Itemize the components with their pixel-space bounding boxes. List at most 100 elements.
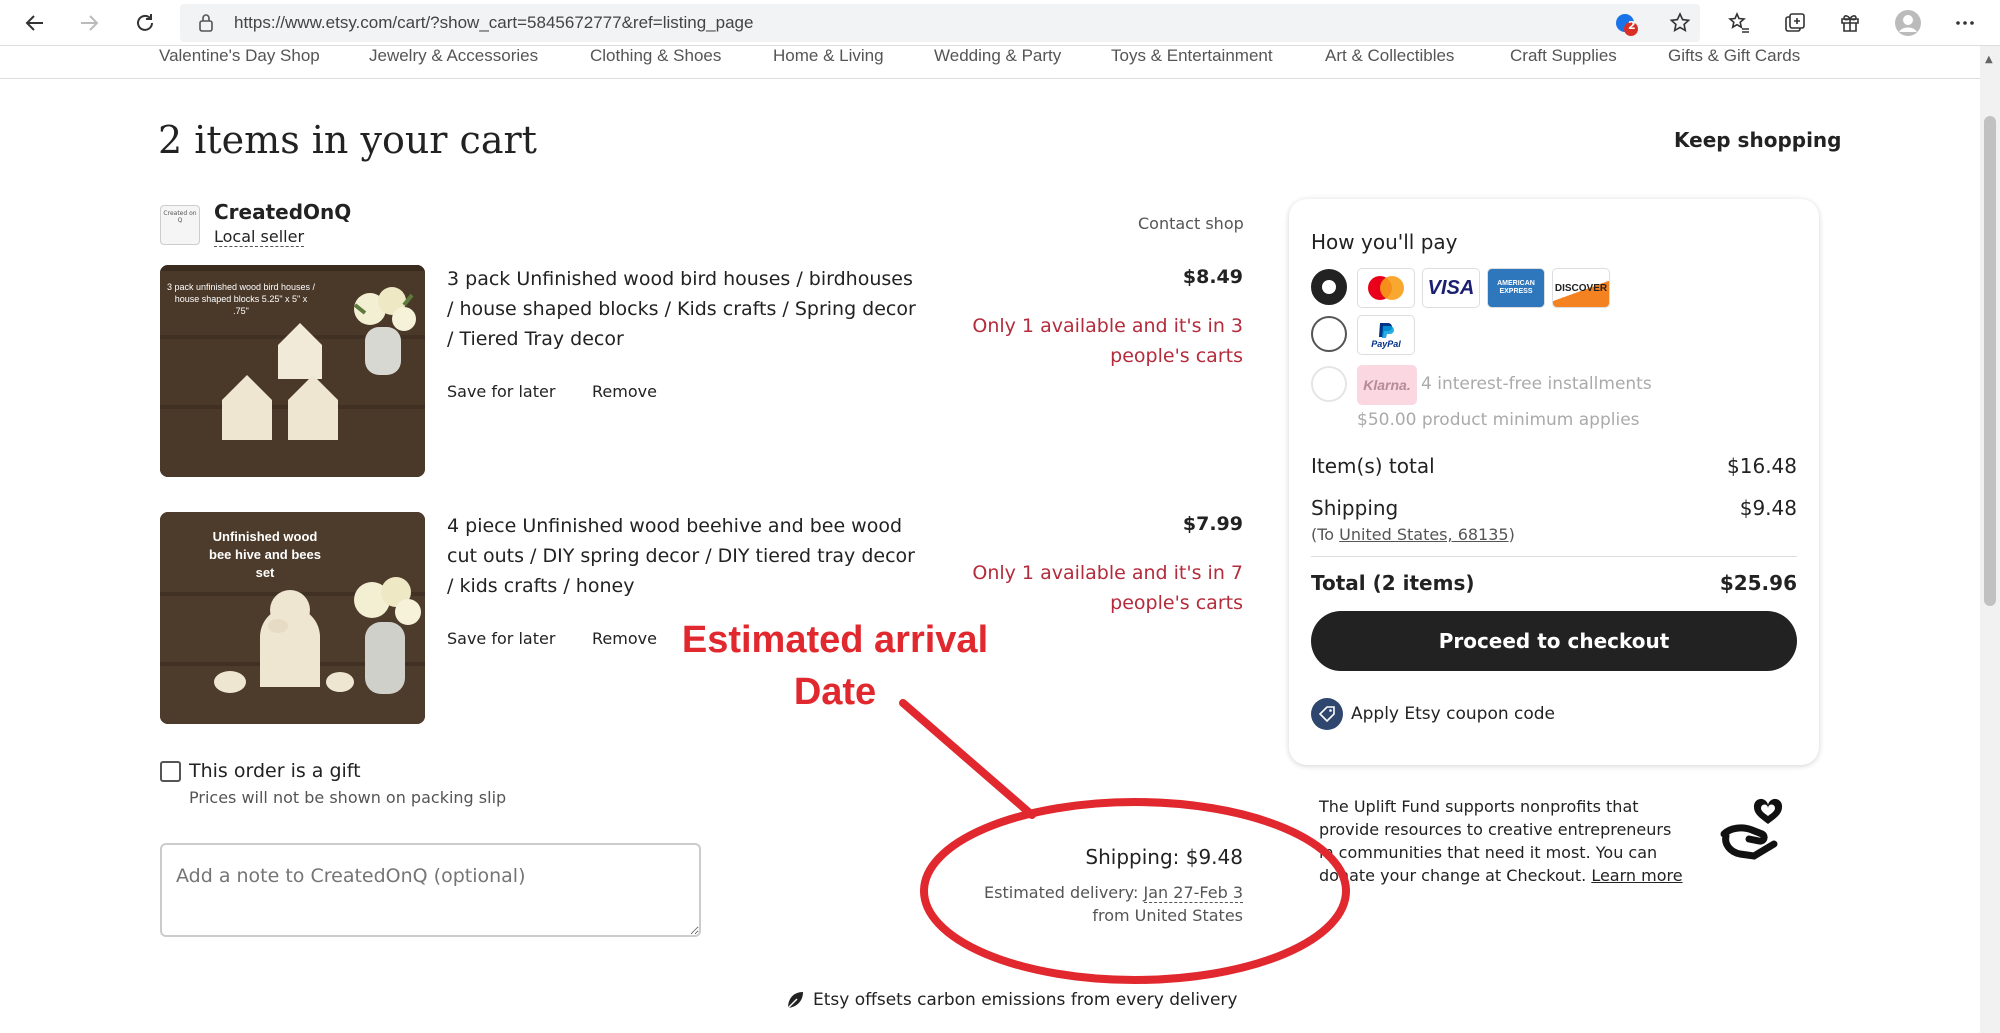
remove-button[interactable]: Remove [592,629,657,648]
category-jewelry-accessories[interactable]: Jewelry & Accessories [369,46,538,66]
learn-more-link[interactable]: Learn more [1591,866,1682,885]
collections-icon[interactable] [1780,8,1810,38]
shipping-destination-prefix: (To [1311,525,1340,544]
ship-origin: from United States [1092,906,1243,925]
shipping-destination-link[interactable]: United States, 68135 [1339,525,1508,544]
category-wedding-party[interactable]: Wedding & Party [934,46,1061,66]
total-value: $25.96 [1719,571,1797,595]
annotation-pointer-line [899,699,1036,819]
category-art-collectibles[interactable]: Art & Collectibles [1325,46,1454,66]
coupon-tag-icon [1311,698,1343,730]
seller-note-textarea[interactable] [160,843,701,937]
paypal-payment-radio[interactable] [1311,316,1347,352]
klarna-installments: 4 interest-free installments [1421,374,1652,394]
contact-shop-link[interactable]: Contact shop [1138,214,1244,233]
payment-heading: How you'll pay [1311,230,1458,254]
category-valentines-day-shop[interactable]: Valentine's Day Shop [159,46,320,66]
page-title: 2 items in your cart [158,118,537,162]
lock-icon [198,13,214,37]
shipping-destination-suffix: ) [1508,525,1515,544]
back-arrow-icon [25,15,43,31]
favorites-icon[interactable] [1724,8,1754,38]
more-menu-icon[interactable] [1950,8,1980,38]
total-label: Total (2 items) [1311,571,1475,595]
klarna-payment-radio [1311,366,1347,402]
category-gifts-gift-cards[interactable]: Gifts & Gift Cards [1668,46,1800,66]
item-title-beehive[interactable]: 4 piece Unfinished wood beehive and bee … [447,511,917,601]
back-button[interactable] [18,6,52,40]
forward-button[interactable] [72,6,106,40]
extension-icon[interactable]: 2 [1610,8,1640,38]
category-nav: Valentine's Day Shop Jewelry & Accessori… [0,46,1980,79]
visa-icon: VISA [1422,268,1480,308]
shop-logo[interactable]: Created on Q [160,205,200,245]
category-home-living[interactable]: Home & Living [773,46,884,66]
category-clothing-shoes[interactable]: Clothing & Shoes [590,46,721,66]
scrollbar-thumb[interactable] [1984,116,1996,606]
gift-checkbox-label[interactable]: This order is a gift [189,760,361,782]
estimated-delivery-date[interactable]: Jan 27-Feb 3 [1143,883,1243,903]
mastercard-icon [1357,268,1415,308]
shop-name[interactable]: CreatedOnQ [214,200,351,224]
amex-icon: AMERICAN EXPRESS [1487,268,1545,308]
summary-divider [1311,556,1797,557]
refresh-button[interactable] [128,6,162,40]
klarna-minimum: $50.00 product minimum applies [1357,410,1640,430]
gift-note: Prices will not be shown on packing slip [189,788,507,807]
items-total-row: Item(s) total $16.48 [1311,454,1797,478]
total-row: Total (2 items) $25.96 [1311,571,1797,595]
payment-summary-panel: How you'll pay VISA AMERICAN EXPRESS DIS… [1289,199,1819,765]
profile-avatar-icon[interactable] [1893,8,1923,38]
uplift-hand-heart-icon [1718,796,1788,868]
annotation-line-1: Estimated arrival [681,619,989,661]
estimated-delivery-label: Estimated delivery: [984,883,1139,902]
item-image-caption: 3 pack unfinished wood bird houses / hou… [166,282,316,316]
item-image-caption: Unfinished wood bee hive and bees set [209,529,321,580]
save-for-later-button[interactable]: Save for later [447,629,555,648]
availability-warning: Only 1 available and it's in 7 people's … [972,562,1243,614]
shipping-label: Shipping [1311,496,1399,520]
url-text: https://www.etsy.com/cart/?show_cart=584… [234,13,754,32]
item-image-beehive[interactable]: Unfinished wood bee hive and bees set [160,512,425,724]
save-for-later-button[interactable]: Save for later [447,382,555,401]
items-total-value: $16.48 [1727,454,1797,478]
card-payment-radio[interactable] [1311,269,1347,305]
proceed-to-checkout-button[interactable]: Proceed to checkout [1311,611,1797,671]
local-seller-badge[interactable]: Local seller [214,227,305,247]
category-toys-entertainment[interactable]: Toys & Entertainment [1111,46,1273,66]
availability-warning: Only 1 available and it's in 3 people's … [972,315,1243,367]
gift-checkbox[interactable] [160,761,181,782]
discover-icon: DISCOVER [1552,268,1610,308]
apply-coupon-label: Apply Etsy coupon code [1351,704,1556,724]
klarna-logo: Klarna. [1357,365,1417,405]
shipping-value: $9.48 [1739,496,1797,520]
shipping-destination: (To United States, 68135) [1311,525,1515,544]
category-craft-supplies[interactable]: Craft Supplies [1510,46,1617,66]
keep-shopping-link[interactable]: Keep shopping [1674,128,1841,152]
favorite-star-icon[interactable] [1665,8,1695,38]
shop-logo-text: Created on Q [163,210,197,224]
item-image-birdhouses[interactable]: 3 pack unfinished wood bird houses / hou… [160,265,425,477]
estimated-delivery: Estimated delivery: Jan 27-Feb 3 from Un… [984,881,1243,927]
browser-toolbar: https://www.etsy.com/cart/?show_cart=584… [0,0,2000,46]
scroll-up-icon[interactable]: ▲ [1985,54,1993,65]
remove-button[interactable]: Remove [592,382,657,401]
leaf-icon [787,992,803,1009]
extension-badge: 2 [1628,19,1636,32]
carbon-offset-note: Etsy offsets carbon emissions from every… [785,990,1238,1010]
annotation-label: Estimated arrival Date [670,614,1000,718]
item-price: $8.49 [1182,266,1243,288]
paypal-icon: PayPal [1357,315,1415,355]
refresh-icon [137,14,153,31]
paypal-label: PayPal [1371,339,1401,349]
annotation-line-2: Date [793,671,877,713]
item-title-birdhouses[interactable]: 3 pack Unfinished wood bird houses / bir… [447,264,917,354]
address-bar[interactable]: https://www.etsy.com/cart/?show_cart=584… [180,4,1700,42]
uplift-fund-note: The Uplift Fund supports nonprofits that… [1319,795,1689,887]
items-total-label: Item(s) total [1311,454,1435,478]
forward-arrow-icon [81,15,99,31]
apply-coupon-link[interactable]: Apply Etsy coupon code [1311,698,1555,730]
carbon-offset-text: Etsy offsets carbon emissions from every… [813,990,1238,1010]
page-scrollbar[interactable]: ▲ [1980,46,2000,1033]
extensions-puzzle-icon[interactable] [1835,8,1865,38]
